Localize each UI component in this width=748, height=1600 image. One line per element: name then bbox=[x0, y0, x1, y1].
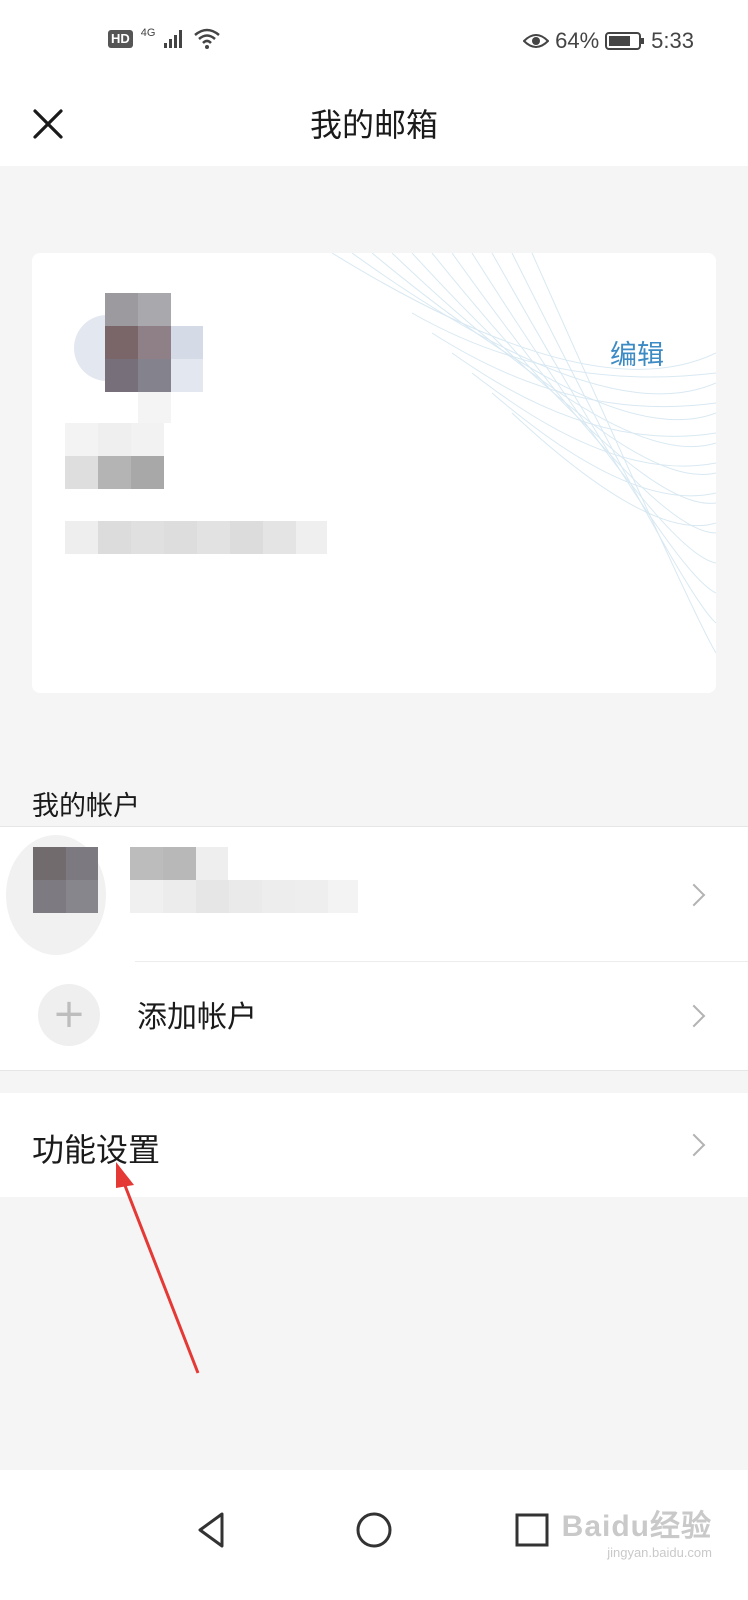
add-account-row-wrap: + 添加帐户 bbox=[38, 961, 748, 1070]
avatar bbox=[72, 293, 203, 423]
eye-icon bbox=[523, 34, 550, 48]
system-nav-bar: Baidu经验 jingyan.baidu.com bbox=[0, 1470, 748, 1600]
watermark-logo: Baidu经验 bbox=[561, 1510, 712, 1543]
close-icon bbox=[33, 109, 63, 139]
profile-name-redacted bbox=[65, 423, 165, 489]
chevron-right-icon bbox=[682, 1004, 706, 1028]
status-bar: HD 4G 64% 5:33 bbox=[0, 0, 748, 86]
close-button[interactable] bbox=[26, 102, 70, 146]
settings-label: 功能设置 bbox=[32, 1131, 161, 1169]
add-account-label: 添加帐户 bbox=[137, 1000, 257, 1035]
watermark-url: jingyan.baidu.com bbox=[607, 1545, 712, 1560]
status-right: 64% 5:33 bbox=[523, 28, 694, 54]
chevron-right-icon bbox=[682, 883, 706, 907]
home-icon[interactable] bbox=[350, 1506, 398, 1554]
battery-percent: 64% bbox=[555, 28, 600, 53]
header-bar: 我的邮箱 bbox=[0, 86, 748, 166]
settings-row[interactable]: 功能设置 bbox=[0, 1093, 748, 1197]
chevron-right-icon bbox=[682, 1133, 706, 1157]
network-type: 4G bbox=[140, 27, 156, 39]
recents-icon[interactable] bbox=[508, 1506, 556, 1554]
watermark: Baidu经验 jingyan.baidu.com bbox=[562, 1501, 712, 1560]
plus-icon: + bbox=[38, 984, 100, 1046]
battery-icon bbox=[605, 32, 645, 50]
add-account-row[interactable]: + 添加帐户 bbox=[0, 962, 748, 1070]
hd-badge: HD bbox=[108, 30, 133, 48]
clock: 5:33 bbox=[651, 28, 694, 53]
page-title: 我的邮箱 bbox=[309, 106, 438, 144]
edit-profile-link[interactable]: 编辑 bbox=[610, 333, 664, 372]
account-avatar bbox=[0, 827, 380, 961]
status-left: HD 4G bbox=[108, 27, 221, 50]
account-list: + 添加帐户 bbox=[0, 826, 748, 1071]
signal-icon bbox=[164, 30, 183, 48]
profile-email-redacted bbox=[65, 521, 327, 554]
accounts-section-label: 我的帐户 bbox=[32, 791, 140, 822]
back-icon[interactable] bbox=[188, 1506, 236, 1554]
profile-card: 编辑 bbox=[32, 253, 716, 693]
wifi-icon bbox=[194, 28, 221, 49]
account-row[interactable] bbox=[0, 827, 748, 961]
